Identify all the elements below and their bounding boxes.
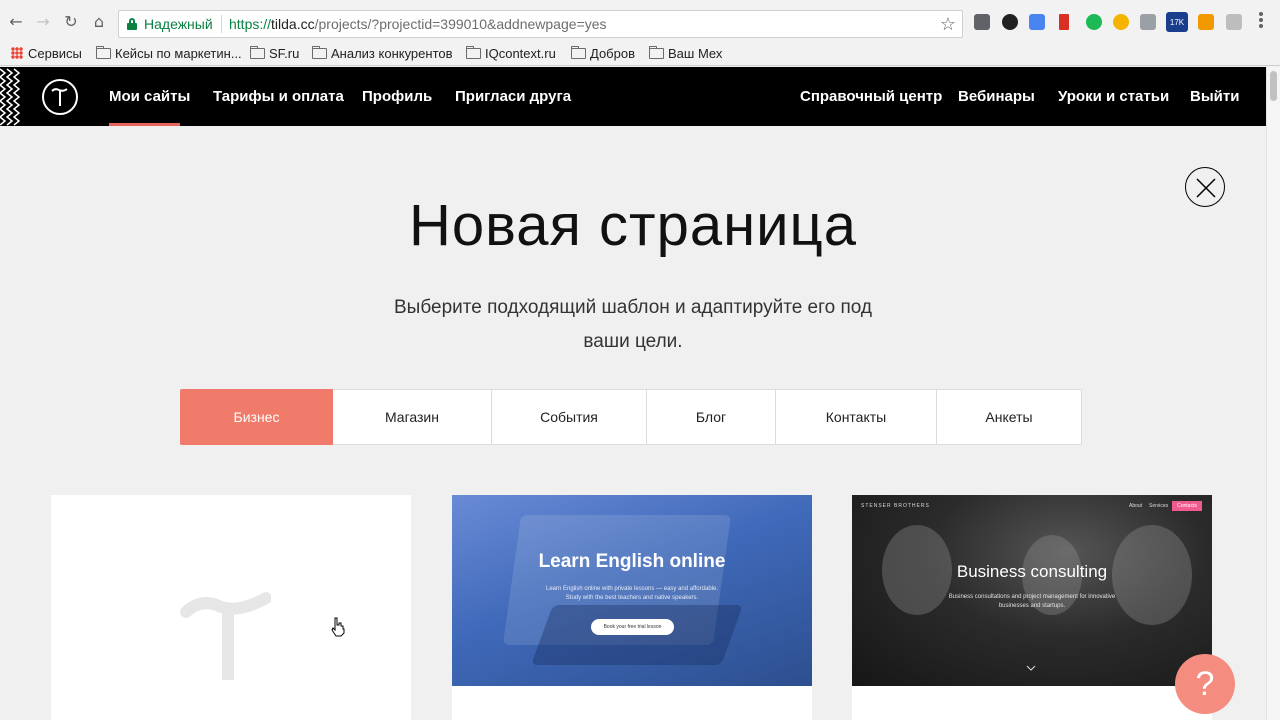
bookmark-label: Добров — [590, 46, 635, 61]
scroll-thumb[interactable] — [1270, 71, 1277, 101]
home-icon[interactable]: ⌂ — [90, 13, 108, 31]
bookmarks-bar: Сервисы Кейсы по маркетин... SF.ru Анали… — [0, 42, 1280, 66]
bookmark-label: IQcontext.ru — [485, 46, 556, 61]
extension-window-icon[interactable] — [1140, 14, 1156, 30]
nav-profile[interactable]: Профиль — [362, 88, 432, 105]
bookmark-folder[interactable]: Ваш Мех — [649, 45, 722, 63]
subtitle-line: ваши цели. — [583, 331, 683, 352]
extension-grid-icon[interactable] — [1226, 14, 1242, 30]
help-button[interactable]: ? — [1175, 654, 1235, 714]
template-cta-button: Book your free trial lesson — [591, 619, 674, 635]
tab-events[interactable]: События — [492, 390, 647, 444]
bookmark-star-icon[interactable]: ☆ — [940, 14, 956, 35]
template-subtitle-line: Business consultations and project manag… — [948, 594, 1116, 600]
template-card-english[interactable]: Learn English online Learn English onlin… — [452, 495, 812, 720]
template-card-business[interactable]: STENSER BROTHERS About Services Contacts… — [852, 495, 1212, 720]
subtitle-line: Выберите подходящий шаблон и адаптируйте… — [394, 297, 872, 318]
nav-logout[interactable]: Выйти — [1190, 88, 1239, 105]
tab-blog[interactable]: Блог — [647, 390, 776, 444]
secure-label: Надежный — [144, 16, 213, 32]
folder-icon — [649, 46, 664, 59]
browser-menu-icon[interactable] — [1258, 12, 1264, 32]
folder-icon — [312, 46, 327, 59]
template-nav-link: About — [1129, 503, 1143, 509]
extension-translate-icon[interactable] — [1029, 14, 1045, 30]
extension-chart-icon[interactable] — [1198, 14, 1214, 30]
lock-icon — [127, 18, 137, 30]
nav-my-sites[interactable]: Мои сайты — [109, 88, 190, 105]
folder-icon — [250, 46, 265, 59]
folder-icon — [571, 46, 586, 59]
tab-forms[interactable]: Анкеты — [937, 390, 1081, 444]
nav-pricing[interactable]: Тарифы и оплата — [213, 88, 344, 105]
template-title: Business consulting — [956, 562, 1108, 581]
extension-counter-icon[interactable]: 17K — [1166, 12, 1188, 32]
extension-circle-icon[interactable] — [1002, 14, 1018, 30]
url-host: tilda.cc — [271, 16, 315, 32]
bookmark-folder[interactable]: Анализ конкурентов — [312, 45, 453, 63]
extension-pie-icon[interactable] — [1113, 14, 1129, 30]
address-bar[interactable]: Надежный https://tilda.cc/projects/?proj… — [118, 10, 963, 38]
template-subtitle-line: businesses and startups. — [998, 603, 1066, 609]
category-tabs: Бизнес Магазин События Блог Контакты Анк… — [180, 389, 1082, 445]
extension-shield-icon[interactable] — [974, 14, 990, 30]
nav-lessons[interactable]: Уроки и статьи — [1058, 88, 1169, 105]
tab-shop[interactable]: Магазин — [333, 390, 492, 444]
tilda-t-icon — [180, 592, 271, 680]
apps-icon — [11, 47, 23, 59]
bookmark-label: SF.ru — [269, 46, 300, 61]
tab-business[interactable]: Бизнес — [180, 389, 333, 445]
nav-invite-friend[interactable]: Пригласи друга — [455, 88, 571, 105]
template-nav-link: Services — [1149, 503, 1169, 509]
bookmark-label: Кейсы по маркетин... — [115, 46, 242, 61]
page-title: Новая страница — [408, 193, 858, 258]
extension-bookmark-icon[interactable] — [1059, 14, 1069, 30]
hand-cursor-icon — [331, 617, 345, 637]
tilda-t-icon — [51, 88, 68, 106]
tilda-logo[interactable] — [42, 79, 78, 115]
chevron-down-icon — [1026, 665, 1036, 671]
bookmark-label: Сервисы — [28, 46, 82, 61]
forward-arrow-icon[interactable]: → — [34, 13, 52, 31]
keyboard-photo — [531, 605, 743, 665]
folder-icon — [96, 46, 111, 59]
bookmark-apps[interactable]: Сервисы — [11, 45, 82, 63]
url-separator — [221, 15, 222, 33]
template-title: Learn English online — [538, 551, 726, 572]
bookmark-folder[interactable]: Кейсы по маркетин... — [96, 45, 242, 63]
bookmark-label: Анализ конкурентов — [331, 46, 453, 61]
template-subtitle-line: Study with the best teachers and native … — [565, 595, 699, 601]
template-thumbnail: Learn English online Learn English onlin… — [452, 495, 812, 686]
nav-webinars[interactable]: Вебинары — [958, 88, 1035, 105]
site-header: Мои сайты Тарифы и оплата Профиль Пригла… — [0, 67, 1266, 126]
browser-toolbar: ← → ↻ ⌂ Надежный https://tilda.cc/projec… — [0, 0, 1280, 42]
reload-icon[interactable]: ↻ — [62, 13, 80, 31]
template-thumbnail: STENSER BROTHERS About Services Contacts… — [852, 495, 1212, 686]
tab-contacts[interactable]: Контакты — [776, 390, 937, 444]
nav-help-center[interactable]: Справочный центр — [800, 88, 942, 105]
url-scheme: https:// — [229, 16, 272, 32]
bookmark-label: Ваш Мех — [668, 46, 723, 61]
nav-active-indicator — [109, 123, 180, 126]
template-subtitle-line: Learn English online with private lesson… — [546, 586, 718, 592]
template-subtitle: Business consultations and project manag… — [852, 593, 1212, 611]
template-subtitle: Learn English online with private lesson… — [452, 585, 812, 603]
bookmark-folder[interactable]: Добров — [571, 45, 635, 63]
zigzag-decoration — [0, 67, 20, 126]
bookmark-folder[interactable]: SF.ru — [250, 45, 299, 63]
template-card-blank[interactable] — [51, 495, 411, 720]
back-arrow-icon[interactable]: ← — [7, 13, 25, 31]
url-text[interactable]: https://tilda.cc/projects/?projectid=399… — [229, 16, 607, 32]
template-contact-button: Contacts — [1172, 501, 1202, 511]
page-subtitle: Выберите подходящий шаблон и адаптируйте… — [360, 291, 906, 359]
folder-icon — [466, 46, 481, 59]
page-scrollbar[interactable] — [1266, 67, 1280, 720]
bookmark-folder[interactable]: IQcontext.ru — [466, 45, 556, 63]
template-brand: STENSER BROTHERS — [861, 503, 930, 509]
extension-green-icon[interactable] — [1086, 14, 1102, 30]
url-path: /projects/?projectid=399010&addnewpage=y… — [314, 16, 607, 32]
